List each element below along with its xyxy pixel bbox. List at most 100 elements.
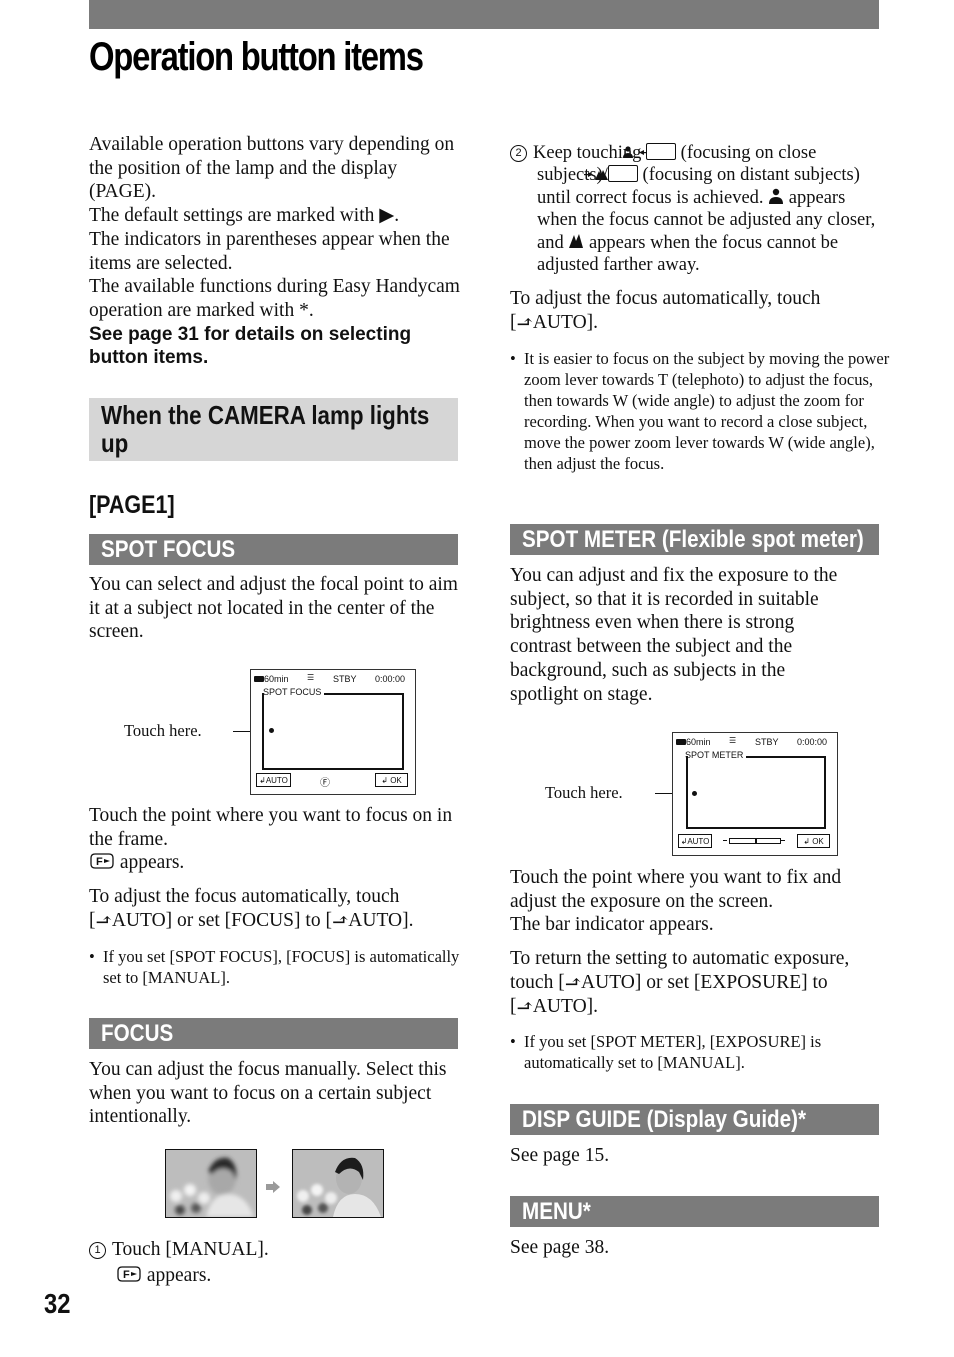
focused-subject-image <box>293 1150 383 1217</box>
step-number: 2 <box>510 145 527 162</box>
disp-guide-reference: See page 15. <box>510 1145 610 1166</box>
page-title: Operation button items <box>89 35 424 79</box>
intro-paragraph: Available operation buttons vary dependi… <box>89 134 455 203</box>
near-focus-button-icon <box>623 143 677 160</box>
bullet: • <box>89 947 104 966</box>
return-icon: ⬏ <box>516 311 533 333</box>
focused-photo <box>292 1149 384 1218</box>
auto-button-label: AUTO <box>687 837 710 846</box>
battery-remaining: 60min <box>686 737 711 747</box>
manual-focus-icon: F <box>90 853 114 870</box>
spot-meter-instructions: Touch the point where you want to fix an… <box>510 866 880 1018</box>
manual-focus-icon: F <box>117 1266 141 1282</box>
svg-text:F: F <box>96 856 103 868</box>
battery-icon <box>254 676 264 682</box>
manual-focus-icon: Ⓕ <box>320 778 330 789</box>
intro-block: Available operation buttons vary dependi… <box>89 133 464 370</box>
camera-section-heading-text: When the CAMERA lamp lights up <box>101 400 430 458</box>
intro-bold-note: See page 31 for details on selecting but… <box>89 323 412 369</box>
intro-paragraph: The available functions during Easy Hand… <box>89 276 460 321</box>
page-label: [PAGE1] <box>89 491 175 519</box>
meter-frame[interactable] <box>686 756 826 829</box>
auto-focus-text: To adjust the focus automatically, touch… <box>89 885 459 932</box>
section-heading-disp-guide: DISP GUIDE (Display Guide)* <box>510 1104 879 1135</box>
return-icon: ⬏ <box>564 971 582 993</box>
focus-auto-text: To adjust the focus automatically, touch… <box>510 287 880 334</box>
frame-corner <box>262 693 264 695</box>
touch-here-label: Touch here. <box>545 783 623 802</box>
text-fragment: AUTO]. <box>348 909 414 931</box>
page-number: 32 <box>44 1288 71 1319</box>
step-number: 1 <box>89 1242 106 1259</box>
focus-note: • It is easier to focus on the subject b… <box>510 348 894 474</box>
battery-icon <box>676 739 686 745</box>
step-sub-line: F appears. <box>89 1264 459 1288</box>
spot-meter-description: You can adjust and fix the exposure to t… <box>510 565 838 705</box>
return-icon: ↲ <box>381 776 388 785</box>
focus-description: You can adjust the focus manually. Selec… <box>89 1059 447 1128</box>
camera-section-heading: When the CAMERA lamp lights up <box>89 398 458 461</box>
ok-button-label: OK <box>390 776 402 785</box>
plus-mark <box>781 840 785 841</box>
instruction-text: Touch the point where you want to fix an… <box>510 867 842 912</box>
ok-button[interactable]: ↲ OK <box>797 834 830 848</box>
section-heading-focus: FOCUS <box>89 1018 458 1049</box>
step-text: Touch [MANUAL]. <box>112 1239 269 1260</box>
auto-button[interactable]: ↲AUTO <box>678 834 712 848</box>
instruction-line: F appears. <box>89 851 459 875</box>
battery-remaining: 60min <box>264 674 289 684</box>
menu-reference: See page 38. <box>510 1237 610 1258</box>
lcd-timecode: 0:00:00 <box>375 674 406 684</box>
return-auto-text: To return the setting to automatic expos… <box>510 947 880 1018</box>
lcd-status: STBY <box>755 737 779 747</box>
exposure-bar-indicator[interactable] <box>723 838 785 844</box>
focus-step-1: 1 Touch [MANUAL]. F appears. <box>89 1238 459 1287</box>
section-heading-spot-focus: SPOT FOCUS <box>89 534 458 565</box>
section-heading-text: FOCUS <box>101 1020 174 1047</box>
focus-frame[interactable] <box>262 693 404 770</box>
step-sub-text: appears. <box>146 1264 212 1286</box>
appears-text: appears. <box>119 852 185 874</box>
ok-button[interactable]: ↲ OK <box>375 773 408 787</box>
touch-point-dot <box>269 728 274 733</box>
lcd-battery: 60min <box>254 674 289 684</box>
arrow-right-icon <box>266 1180 280 1198</box>
ok-button-label: OK <box>812 837 824 846</box>
lcd-screen-spot-focus: 60min ☰ STBY 0:00:00 SPOT FOCUS ↲AUTO Ⓕ … <box>250 669 416 795</box>
far-focus-button-icon <box>583 165 638 183</box>
return-icon: ⬏ <box>95 909 112 931</box>
lcd-status: STBY <box>333 674 357 684</box>
section-heading-spot-meter: SPOT METER (Flexible spot meter) <box>510 524 879 555</box>
instruction-text: Touch the point where you want to focus … <box>89 805 453 850</box>
text-fragment: AUTO]. <box>532 311 599 333</box>
section-heading-text: SPOT METER (Flexible spot meter) <box>522 526 864 553</box>
return-icon: ⬏ <box>516 995 533 1017</box>
spot-focus-instructions: Touch the point where you want to focus … <box>89 804 459 933</box>
bar-thumb <box>755 838 757 844</box>
lcd-battery: 60min <box>676 737 711 747</box>
note-text: If you set [SPOT FOCUS], [FOCUS] is auto… <box>103 947 460 987</box>
tape-icon: ☰ <box>307 673 315 682</box>
instruction-text: The bar indicator appears. <box>510 914 714 936</box>
section-heading-text: SPOT FOCUS <box>101 536 236 563</box>
svg-text:F: F <box>123 1269 130 1281</box>
return-icon: ↲ <box>259 776 266 785</box>
section-heading-menu: MENU* <box>510 1196 879 1227</box>
text-fragment: AUTO] or set [FOCUS] to [ <box>111 909 332 931</box>
step-line: 1 Touch [MANUAL]. <box>89 1238 459 1262</box>
bullet: • <box>510 1032 525 1051</box>
lcd-screen-spot-meter: 60min ☰ STBY 0:00:00 SPOT METER ↲AUTO ↲ … <box>672 732 838 856</box>
minus-mark <box>723 840 727 841</box>
touch-point-dot <box>692 791 697 796</box>
auto-button[interactable]: ↲AUTO <box>256 773 291 787</box>
spot-focus-note: • If you set [SPOT FOCUS], [FOCUS] is au… <box>89 946 463 988</box>
section-heading-text: MENU* <box>522 1198 591 1225</box>
text-fragment: AUTO]. <box>532 995 599 1017</box>
bullet: • <box>510 349 525 368</box>
near-limit-icon <box>768 188 784 208</box>
note-text: It is easier to focus on the subject by … <box>524 349 890 473</box>
spot-focus-description: You can select and adjust the focal poin… <box>89 574 458 643</box>
note-text: If you set [SPOT METER], [EXPOSURE] is a… <box>524 1032 822 1072</box>
section-heading-text: DISP GUIDE (Display Guide)* <box>522 1106 807 1133</box>
header-bar <box>89 0 879 29</box>
